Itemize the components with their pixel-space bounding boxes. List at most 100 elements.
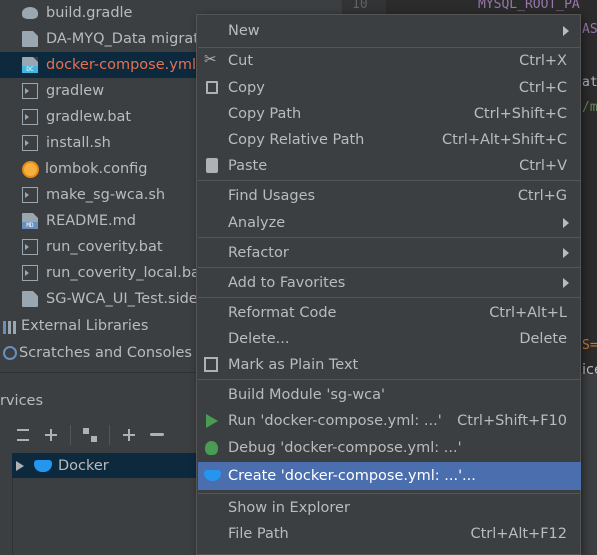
menu-item-shortcut: Ctrl+Shift+C — [473, 106, 567, 122]
menu-item-shortcut: Ctrl+Alt+L — [489, 305, 567, 321]
menu-item-label: Analyze — [228, 215, 286, 231]
menu-separator — [198, 180, 581, 181]
tree-item-lombok-config[interactable]: lombok.config — [22, 156, 147, 182]
menu-item-run[interactable]: Run 'docker-compose.yml: ...' Ctrl+Shift… — [198, 408, 581, 434]
menu-item-shortcut: Ctrl+G — [517, 188, 567, 204]
tree-item-run-coverity-local[interactable]: run_coverity_local.bat — [22, 260, 206, 286]
tree-item-label: run_coverity.bat — [46, 239, 163, 255]
menu-item-copy-path[interactable]: Copy Path Ctrl+Shift+C — [198, 101, 581, 127]
expand-arrow-icon[interactable] — [16, 460, 24, 471]
menu-item-label: Reformat Code — [228, 305, 337, 321]
menu-item-create-config[interactable]: Create 'docker-compose.yml: ...'... — [198, 462, 581, 490]
menu-item-copy[interactable]: Copy Ctrl+C — [198, 75, 581, 101]
context-menu: New Cut Ctrl+X Copy Ctrl+C Copy Path Ctr… — [196, 14, 581, 555]
tree-item-scratches[interactable]: Scratches and Consoles — [3, 340, 192, 366]
menu-item-label: Debug 'docker-compose.yml: ...' — [228, 440, 462, 456]
tree-item-run-coverity[interactable]: run_coverity.bat — [22, 234, 163, 260]
tree-item-label: install.sh — [46, 135, 111, 151]
tree-item-label: External Libraries — [21, 318, 149, 334]
tree-item-external-libraries[interactable]: External Libraries — [3, 313, 148, 339]
tree-item-label: make_sg-wca.sh — [46, 187, 166, 203]
menu-item-label: Refactor — [228, 245, 289, 261]
tree-item-install-sh[interactable]: install.sh — [22, 130, 111, 156]
menu-item-show-in-explorer[interactable]: Show in Explorer — [198, 495, 581, 521]
add-service-icon[interactable] — [120, 426, 138, 444]
libraries-icon — [3, 318, 19, 334]
shell-file-icon — [22, 187, 38, 203]
menu-item-shortcut: Ctrl+Alt+Shift+C — [442, 132, 567, 148]
menu-separator — [198, 297, 581, 298]
tree-item-label: Scratches and Consoles — [19, 345, 192, 361]
file-icon — [22, 31, 38, 47]
menu-item-shortcut: Ctrl+C — [518, 80, 567, 96]
tree-item-label: run_coverity_local.bat — [46, 265, 206, 281]
menu-item-delete[interactable]: Delete... Delete — [198, 326, 581, 352]
menu-item-cut[interactable]: Cut Ctrl+X — [198, 48, 581, 74]
services-item-label: Docker — [58, 457, 109, 474]
tree-item-gradlew[interactable]: gradlew — [22, 78, 104, 104]
code-text: /my — [582, 100, 597, 115]
services-title: rvices — [0, 393, 44, 409]
menu-item-label: Copy Relative Path — [228, 132, 365, 148]
menu-separator — [198, 379, 581, 380]
cut-icon — [204, 50, 220, 69]
menu-item-analyze[interactable]: Analyze — [198, 210, 581, 236]
run-icon — [206, 414, 218, 428]
docker-icon — [34, 459, 52, 472]
bat-file-icon — [22, 109, 38, 125]
tree-item-sg-wca-ui-test[interactable]: SG-WCA_UI_Test.side — [22, 286, 198, 312]
code-text: ata — [582, 75, 597, 90]
gradle-elephant-icon — [22, 7, 38, 19]
menu-item-label: New — [228, 23, 260, 39]
menu-item-shortcut: Ctrl+V — [519, 158, 567, 174]
tree-item-label: SG-WCA_UI_Test.side — [46, 291, 198, 307]
menu-item-find-usages[interactable]: Find Usages Ctrl+G — [198, 183, 581, 209]
menu-item-build-module[interactable]: Build Module 'sg-wca' — [198, 382, 581, 408]
menu-item-file-path[interactable]: File Path Ctrl+Alt+F12 — [198, 521, 581, 547]
line-number: 10 — [352, 0, 368, 12]
tree-item-build-gradle[interactable]: build.gradle — [22, 0, 132, 26]
code-text: S= — [582, 338, 597, 353]
project-tree: build.gradle DA-MYQ_Data migrat DC docke… — [0, 0, 206, 372]
menu-item-copy-relative-path[interactable]: Copy Relative Path Ctrl+Alt+Shift+C — [198, 127, 581, 153]
file-type-tag: MD — [22, 222, 38, 229]
menu-item-label: Build Module 'sg-wca' — [228, 387, 386, 403]
menu-item-paste[interactable]: Paste Ctrl+V — [198, 153, 581, 179]
expand-all-icon[interactable] — [14, 426, 32, 444]
tree-item-label: build.gradle — [46, 5, 133, 21]
tree-item-da-myq[interactable]: DA-MYQ_Data migrat — [22, 26, 199, 52]
tree-item-label: DA-MYQ_Data migrat — [46, 31, 199, 47]
menu-item-label: Copy Path — [228, 106, 302, 122]
group-by-icon[interactable] — [81, 426, 99, 444]
services-toolbar — [14, 423, 196, 447]
menu-item-label: Add to Favorites — [228, 275, 346, 291]
menu-item-new[interactable]: New — [198, 18, 581, 44]
menu-item-reformat-code[interactable]: Reformat Code Ctrl+Alt+L — [198, 300, 581, 326]
menu-item-shortcut: Ctrl+Alt+F12 — [470, 526, 567, 542]
tree-item-docker-compose[interactable]: DC docker-compose.yml — [0, 52, 196, 78]
tree-item-label: README.md — [46, 213, 136, 229]
tree-item-readme[interactable]: MD README.md — [22, 208, 136, 234]
services-item-docker[interactable]: Docker — [12, 453, 198, 478]
submenu-arrow-icon — [563, 278, 569, 288]
tree-item-make-sg-wca[interactable]: make_sg-wca.sh — [22, 182, 165, 208]
mark-plain-text-icon — [204, 357, 218, 372]
shell-file-icon — [22, 135, 38, 151]
menu-separator — [198, 237, 581, 238]
submenu-arrow-icon — [563, 218, 569, 228]
share-icon[interactable] — [148, 426, 166, 444]
collapse-all-icon[interactable] — [42, 426, 60, 444]
menu-item-label: File Path — [228, 526, 289, 542]
menu-item-shortcut: Ctrl+X — [519, 53, 567, 69]
menu-item-debug[interactable]: Debug 'docker-compose.yml: ...' — [198, 435, 581, 461]
tree-item-gradlew-bat[interactable]: gradlew.bat — [22, 104, 131, 130]
file-type-tag: DC — [22, 66, 38, 73]
menu-item-add-to-favorites[interactable]: Add to Favorites — [198, 270, 581, 296]
copy-icon — [206, 81, 218, 94]
menu-item-label: Delete... — [228, 331, 290, 347]
file-icon — [22, 291, 38, 307]
menu-item-refactor[interactable]: Refactor — [198, 240, 581, 266]
menu-item-mark-plain-text[interactable]: Mark as Plain Text — [198, 352, 581, 378]
docker-icon — [204, 470, 221, 481]
paste-icon — [206, 158, 218, 173]
